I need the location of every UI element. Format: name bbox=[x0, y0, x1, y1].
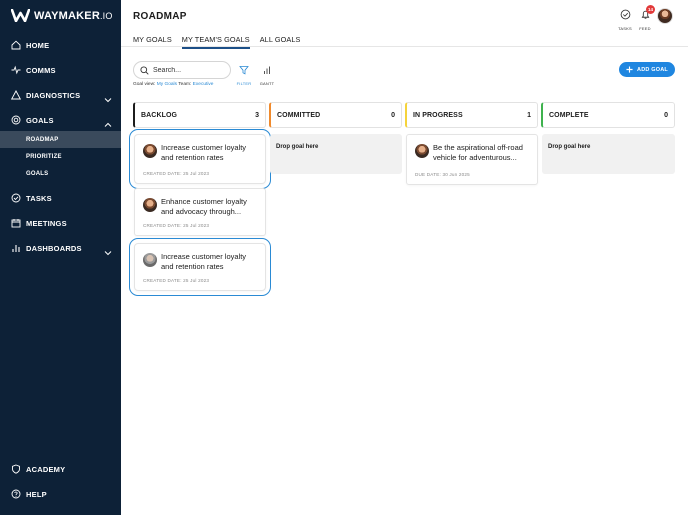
user-avatar[interactable] bbox=[657, 8, 673, 24]
goal-title: Be the aspirational off-road vehicle for… bbox=[433, 143, 523, 162]
drop-zone-label: Drop goal here bbox=[276, 144, 319, 150]
team-prefix: Team: bbox=[178, 82, 192, 87]
goal-title: Increase customer loyalty and retention … bbox=[161, 252, 247, 271]
check-circle-icon bbox=[10, 193, 21, 204]
sidebar-subitem-label: PRIORITIZE bbox=[26, 153, 62, 160]
sidebar-item-label: HOME bbox=[26, 40, 50, 50]
sidebar-item-diagnostics[interactable]: DIAGNOSTICS bbox=[0, 85, 121, 105]
goal-card[interactable]: Increase customer loyalty and retention … bbox=[129, 238, 271, 296]
owner-avatar bbox=[143, 144, 157, 158]
sidebar-item-tasks[interactable]: TASKS bbox=[0, 188, 121, 208]
filter-label: FILTER bbox=[236, 81, 252, 86]
chevron-down-icon[interactable] bbox=[104, 244, 112, 256]
column-title: COMPLETE bbox=[549, 111, 589, 119]
gantt-button[interactable]: GANTT bbox=[258, 62, 276, 86]
column-count: 0 bbox=[664, 111, 668, 119]
sidebar-item-label: DIAGNOSTICS bbox=[26, 90, 81, 100]
drop-zone-committed[interactable]: Drop goal here bbox=[270, 134, 402, 174]
sidebar-item-comms[interactable]: COMMS bbox=[0, 60, 121, 80]
sidebar-item-label: COMMS bbox=[26, 65, 56, 75]
filter-button[interactable]: FILTER bbox=[235, 62, 253, 86]
sidebar-item-academy[interactable]: ACADEMY bbox=[0, 459, 121, 479]
goal-card[interactable]: Increase customer loyalty and retention … bbox=[129, 129, 271, 189]
sidebar-subitem-roadmap[interactable]: ROADMAP bbox=[0, 131, 121, 148]
brand-suffix: .IO bbox=[99, 10, 113, 21]
column-count: 0 bbox=[391, 111, 395, 119]
sidebar-subitem-goals[interactable]: GOALS bbox=[0, 165, 121, 182]
tasks-header-label: TASKS bbox=[618, 26, 632, 31]
sidebar-item-label: MEETINGS bbox=[26, 218, 67, 228]
sidebar-item-meetings[interactable]: MEETINGS bbox=[0, 213, 121, 233]
sidebar-item-label: GOALS bbox=[26, 115, 54, 125]
sidebar-item-dashboards[interactable]: DASHBOARDS bbox=[0, 238, 121, 258]
sidebar-item-label: ACADEMY bbox=[26, 464, 66, 474]
column-count: 3 bbox=[255, 111, 259, 119]
goal-view-info: Goal view: My Goals Team: Executive bbox=[133, 82, 213, 87]
column-header-complete: COMPLETE 0 bbox=[541, 102, 675, 128]
owner-avatar bbox=[415, 144, 429, 158]
goal-due-date: DUE DATE: 30 Jun 2025 bbox=[415, 172, 470, 177]
sidebar-subitem-label: ROADMAP bbox=[26, 136, 59, 143]
brand-logo[interactable]: WAYMAKER.IO bbox=[11, 9, 113, 22]
chevron-down-icon[interactable] bbox=[104, 91, 112, 103]
column-title: BACKLOG bbox=[141, 111, 178, 119]
notification-badge: 14 bbox=[646, 5, 655, 14]
page-title: ROADMAP bbox=[133, 11, 187, 22]
chevron-up-icon[interactable] bbox=[104, 116, 112, 127]
sidebar-item-label: DASHBOARDS bbox=[26, 243, 82, 253]
sidebar-item-help[interactable]: HELP bbox=[0, 484, 121, 504]
goal-created-date: CREATED DATE: 25 Jul 2023 bbox=[143, 171, 210, 176]
goal-title: Enhance customer loyalty and advocacy th… bbox=[161, 197, 247, 216]
search-box[interactable] bbox=[133, 61, 231, 79]
bar-chart-icon bbox=[10, 243, 21, 254]
target-icon bbox=[10, 115, 21, 126]
drop-zone-complete[interactable]: Drop goal here bbox=[542, 134, 675, 174]
sidebar: WAYMAKER.IO HOME COMMS DIAGNOSTICS GOALS… bbox=[0, 0, 121, 515]
sidebar-item-label: HELP bbox=[26, 489, 47, 499]
tabs-divider bbox=[121, 46, 688, 47]
column-header-committed: COMMITTED 0 bbox=[269, 102, 402, 128]
goal-view-prefix: Goal view: bbox=[133, 82, 156, 87]
sidebar-subitem-label: GOALS bbox=[26, 170, 49, 177]
sidebar-item-goals[interactable]: GOALS bbox=[0, 110, 121, 130]
goal-card[interactable]: Enhance customer loyalty and advocacy th… bbox=[134, 188, 266, 236]
goal-title: Increase customer loyalty and retention … bbox=[161, 143, 247, 162]
column-header-backlog: BACKLOG 3 bbox=[133, 102, 266, 128]
calendar-icon bbox=[10, 218, 21, 229]
goal-created-date: CREATED DATE: 25 Jul 2023 bbox=[143, 278, 210, 283]
gantt-chart-icon bbox=[264, 66, 270, 74]
drop-zone-label: Drop goal here bbox=[548, 144, 591, 150]
gantt-label: GANTT bbox=[259, 81, 275, 86]
check-circle-icon bbox=[620, 9, 630, 20]
tasks-header-button[interactable]: TASKS bbox=[614, 7, 636, 31]
owner-avatar bbox=[143, 198, 157, 212]
help-icon bbox=[10, 489, 21, 500]
owner-avatar bbox=[143, 253, 157, 267]
home-icon bbox=[10, 40, 21, 51]
warning-icon bbox=[10, 90, 21, 101]
goal-view-link[interactable]: My Goals bbox=[157, 82, 177, 87]
add-goal-button[interactable]: ADD GOAL bbox=[619, 62, 675, 77]
sidebar-item-label: TASKS bbox=[26, 193, 52, 203]
sidebar-subitem-prioritize[interactable]: PRIORITIZE bbox=[0, 148, 121, 165]
column-count: 1 bbox=[527, 111, 531, 119]
search-input[interactable] bbox=[153, 66, 223, 74]
column-title: COMMITTED bbox=[277, 111, 321, 119]
add-goal-label: ADD GOAL bbox=[637, 66, 668, 73]
search-icon bbox=[140, 65, 149, 75]
pulse-icon bbox=[10, 65, 21, 76]
plus-icon bbox=[626, 66, 633, 73]
sidebar-item-home[interactable]: HOME bbox=[0, 35, 121, 55]
feed-header-label: FEED bbox=[639, 26, 651, 31]
shield-icon bbox=[10, 464, 21, 475]
team-link[interactable]: Executive bbox=[193, 82, 214, 87]
goal-card[interactable]: Be the aspirational off-road vehicle for… bbox=[406, 134, 538, 185]
feed-header-button[interactable]: 14 FEED bbox=[634, 5, 656, 31]
goal-created-date: CREATED DATE: 25 Jul 2023 bbox=[143, 223, 210, 228]
column-header-in-progress: IN PROGRESS 1 bbox=[405, 102, 538, 128]
column-title: IN PROGRESS bbox=[413, 111, 463, 119]
waymaker-logo-icon bbox=[11, 9, 30, 22]
filter-icon bbox=[239, 66, 249, 75]
brand-name: WAYMAKER bbox=[34, 9, 100, 22]
